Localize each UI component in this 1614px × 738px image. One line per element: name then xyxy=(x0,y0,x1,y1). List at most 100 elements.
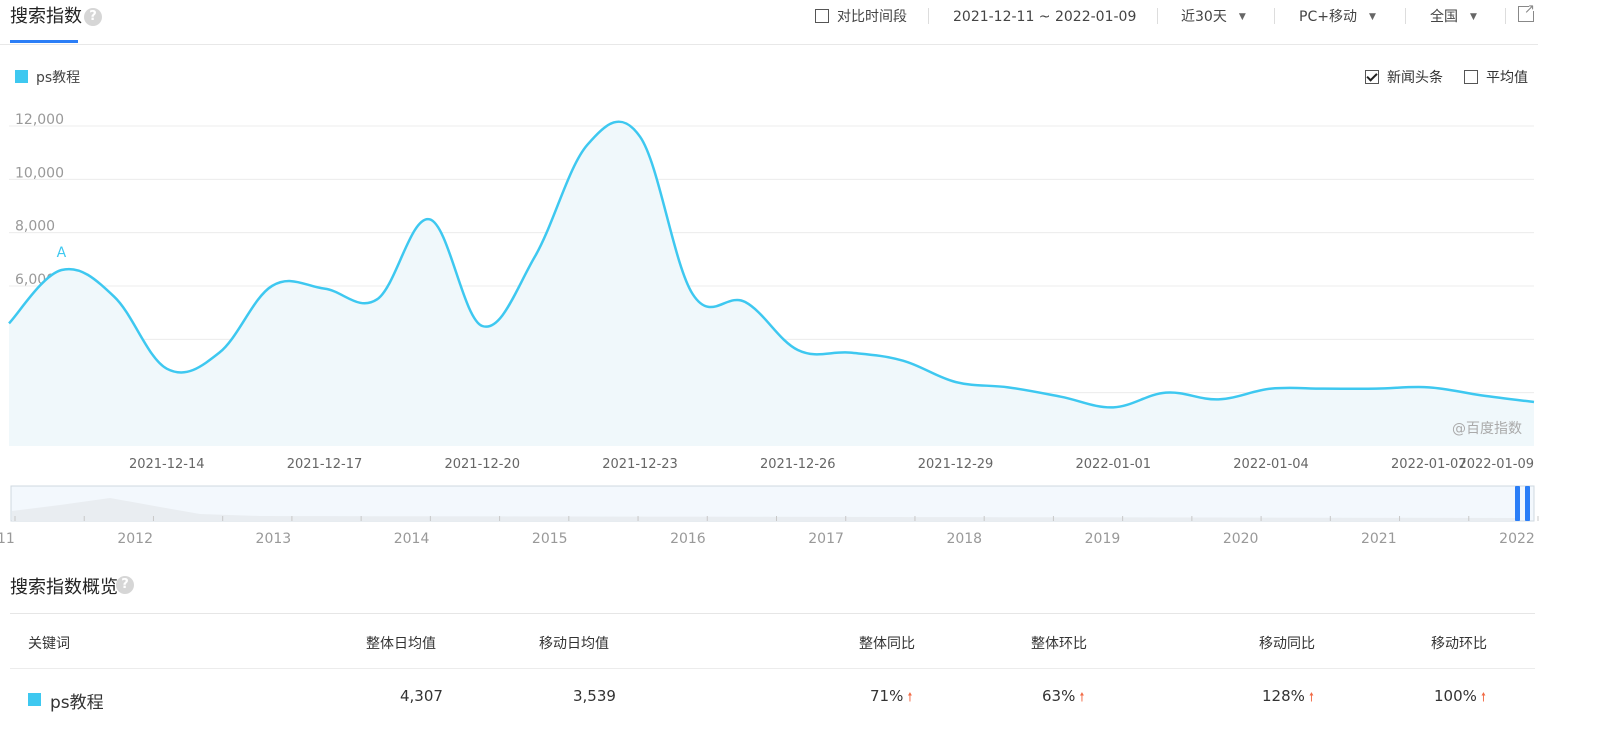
x-tick-label: 2022-01-07 xyxy=(1391,457,1467,472)
col-overall-avg: 整体日均值 xyxy=(366,636,436,652)
table-divider xyxy=(10,613,1535,614)
navigator-year-label: 2019 xyxy=(1085,531,1121,547)
data-point-2021-12-26 xyxy=(795,347,801,353)
col-mobile-mom: 移动环比 xyxy=(1431,636,1487,652)
caret-down-icon: ▼ xyxy=(1470,12,1477,22)
row-mobile-yoy: 128% 🠕 xyxy=(1262,687,1314,709)
data-point-2021-12-15 xyxy=(216,350,222,356)
data-point-2021-12-18 xyxy=(374,296,380,302)
news-checkbox[interactable] xyxy=(1365,70,1379,84)
page-title: 搜索指数 xyxy=(10,6,82,27)
data-point-2021-12-30 xyxy=(1005,384,1011,390)
navigator-year-labels: 2011 2012 2013 2014 2015 2016 2017 2018 2019 2020… xyxy=(0,531,1535,547)
time-navigator: 2011 2012 2013 2014 2015 2016 2017 2018 2019 2020… xyxy=(0,485,1539,547)
data-point-2021-12-20 xyxy=(479,323,485,329)
col-mobile-avg: 移动日均值 xyxy=(539,636,609,652)
col-mobile-yoy: 移动同比 xyxy=(1259,636,1315,652)
x-tick-label: 2021-12-29 xyxy=(918,457,994,472)
legend-series-label[interactable]: ps教程 xyxy=(36,67,80,87)
row-keyword: ps教程 xyxy=(50,693,104,713)
data-point-2021-12-29 xyxy=(953,379,959,385)
data-point-2021-12-14 xyxy=(164,366,170,372)
region-value: 全国 xyxy=(1430,9,1458,25)
data-point-2021-12-12 xyxy=(59,267,65,273)
arrow-up-icon: 🠕 xyxy=(907,690,913,704)
row-overall-avg: 4,307 xyxy=(400,687,443,705)
navigator-handle-right xyxy=(1525,486,1530,521)
arrow-up-icon: 🠕 xyxy=(1480,690,1487,704)
data-point-2022-01-09 xyxy=(1531,399,1537,405)
active-tab-indicator xyxy=(10,40,78,43)
data-point-2021-12-27 xyxy=(847,350,853,356)
data-point-2021-12-23 xyxy=(637,134,643,140)
navigator-year-label: 2014 xyxy=(394,531,430,547)
period-dropdown[interactable]: 近30天 ▼ xyxy=(1181,7,1246,27)
data-point-2021-12-24 xyxy=(690,291,696,297)
region-dropdown[interactable]: 全国 ▼ xyxy=(1430,7,1477,27)
data-point-2021-12-28 xyxy=(900,358,906,364)
header-divider xyxy=(0,44,1538,45)
caret-down-icon: ▼ xyxy=(1368,12,1376,22)
annotation-marker: A xyxy=(57,245,67,261)
help-icon[interactable]: ? xyxy=(84,8,102,26)
navigator-year-label: 2018 xyxy=(946,531,982,547)
row-mobile-avg: 3,539 xyxy=(573,687,616,705)
data-point-2021-12-17 xyxy=(322,286,328,292)
navigator-handle-left xyxy=(1515,486,1520,521)
navigator-year-label: 2012 xyxy=(117,531,153,547)
data-point-2022-01-08 xyxy=(1478,392,1484,398)
mobile-mom-value: 100% xyxy=(1434,687,1477,705)
x-tick-label: 2021-12-14 xyxy=(129,457,205,472)
divider xyxy=(1274,8,1275,24)
x-tick-label: 2022-01-09 xyxy=(1458,457,1534,472)
data-point-2021-12-16 xyxy=(269,283,275,289)
compare-period-toggle[interactable]: 对比时间段 xyxy=(815,7,907,27)
x-tick-label: 2022-01-01 xyxy=(1076,457,1152,472)
series-area xyxy=(9,121,1534,447)
divider xyxy=(928,8,929,24)
watermark: @百度指数 xyxy=(1452,421,1522,437)
device-value: PC+移动 xyxy=(1299,9,1357,25)
device-dropdown[interactable]: PC+移动 ▼ xyxy=(1299,7,1376,27)
data-point-2021-12-31 xyxy=(1058,394,1064,400)
x-tick-label: 2021-12-26 xyxy=(760,457,836,472)
data-point-2022-01-01 xyxy=(1110,404,1116,410)
col-overall-mom: 整体环比 xyxy=(1031,636,1087,652)
caret-down-icon: ▼ xyxy=(1238,12,1246,22)
data-point-2022-01-05 xyxy=(1321,386,1327,392)
overall-mom-value: 63% xyxy=(1042,687,1076,705)
overall-yoy-value: 71% xyxy=(870,687,904,705)
navigator-year-label: 2021 xyxy=(1361,531,1397,547)
y-tick-label: 10,000 xyxy=(15,165,64,181)
data-point-2021-12-21 xyxy=(532,254,538,260)
divider xyxy=(1505,8,1506,24)
table-divider xyxy=(10,668,1535,669)
arrow-up-icon: 🠕 xyxy=(1308,690,1315,704)
data-point-2021-12-25 xyxy=(742,299,748,305)
x-tick-label: 2021-12-23 xyxy=(602,457,678,472)
average-toggle[interactable]: 平均值 xyxy=(1464,67,1528,87)
arrow-up-icon: 🠕 xyxy=(1079,690,1085,704)
data-point-2022-01-06 xyxy=(1373,386,1379,392)
data-point-2022-01-04 xyxy=(1268,386,1274,392)
search-index-chart[interactable]: 2,0004,0006,0008,00010,00012,000 A 2021-… xyxy=(0,100,1540,550)
col-keyword: 关键词 xyxy=(28,636,70,652)
navigator-year-label: 2016 xyxy=(670,531,706,547)
legend-swatch xyxy=(15,70,28,83)
y-tick-label: 12,000 xyxy=(15,112,64,128)
help-icon[interactable]: ? xyxy=(116,576,134,594)
row-overall-yoy: 71% 🠕 xyxy=(870,687,913,709)
col-overall-yoy: 整体同比 xyxy=(859,636,915,652)
news-label: 新闻头条 xyxy=(1387,70,1443,86)
date-range-picker[interactable]: 2021-12-11 ~ 2022-01-09 xyxy=(953,7,1136,27)
navigator-year-label: 2013 xyxy=(256,531,292,547)
data-point-2021-12-22 xyxy=(584,142,590,148)
navigator-year-label: 2020 xyxy=(1223,531,1259,547)
data-point-2022-01-03 xyxy=(1215,396,1221,402)
divider xyxy=(1157,8,1158,24)
average-checkbox[interactable] xyxy=(1464,70,1478,84)
compare-checkbox[interactable] xyxy=(815,9,829,23)
x-tick-label: 2021-12-20 xyxy=(444,457,520,472)
row-overall-mom: 63% 🠕 xyxy=(1042,687,1085,709)
news-headline-toggle[interactable]: 新闻头条 xyxy=(1365,67,1443,87)
